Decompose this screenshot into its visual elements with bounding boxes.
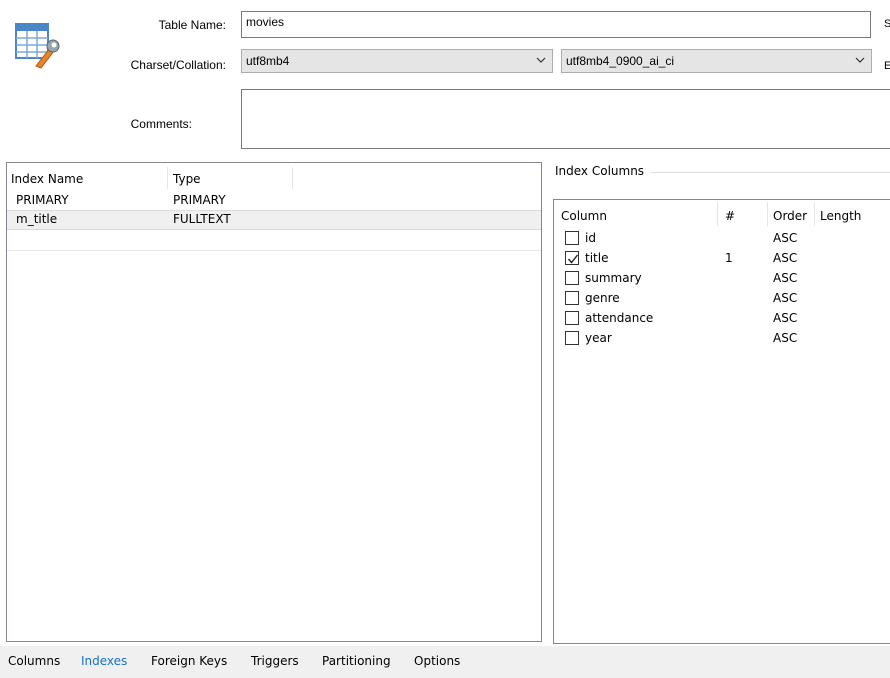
comments-textarea[interactable] [241,89,890,149]
column-checkbox[interactable] [565,331,579,345]
column-name-cell: id [585,231,596,245]
column-name-cell: title [585,251,609,265]
tab-indexes[interactable]: Indexes [81,654,127,668]
tab-foreign-keys[interactable]: Foreign Keys [151,654,227,668]
index-row-m-title[interactable]: m_title FULLTEXT [7,210,541,230]
column-order-cell[interactable]: ASC [773,251,797,265]
column-divider[interactable] [767,202,768,226]
collation-value: utf8mb4_0900_ai_ci [566,54,675,68]
column-checkbox[interactable] [565,291,579,305]
collation-select[interactable]: utf8mb4_0900_ai_ci [561,49,872,73]
index-columns-group-title: Index Columns [555,164,649,178]
header-order[interactable]: Order [773,209,807,223]
table-wrench-icon [15,23,60,69]
column-checkbox[interactable] [565,251,579,265]
index-column-row-id[interactable]: id ASC [554,228,890,248]
editor-tab-bar: Columns Indexes Foreign Keys Triggers Pa… [0,646,890,678]
column-order-cell[interactable]: ASC [773,271,797,285]
checkmark-icon [567,254,579,264]
column-order-cell[interactable]: ASC [773,311,797,325]
tab-columns[interactable]: Columns [8,654,60,668]
table-editor: Table Name: movies S Charset/Collation: … [0,0,890,678]
column-order-cell[interactable]: ASC [773,331,797,345]
chevron-down-icon [536,57,546,63]
index-type-cell: FULLTEXT [173,212,231,226]
index-columns-list: Column # Order Length id ASC title 1 ASC… [553,199,890,644]
index-name-cell: PRIMARY [16,193,69,207]
column-number-cell: 1 [725,251,733,265]
header-type[interactable]: Type [173,172,201,186]
edge-label-schema: S [884,18,890,30]
header-length[interactable]: Length [820,209,861,223]
index-list: Index Name Type PRIMARY PRIMARY m_title … [6,162,542,642]
column-checkbox[interactable] [565,311,579,325]
column-name-cell: year [585,331,612,345]
index-column-row-year[interactable]: year ASC [554,328,890,348]
chevron-down-icon [855,57,865,63]
index-row-primary[interactable]: PRIMARY PRIMARY [7,192,541,210]
header-index-name[interactable]: Index Name [11,172,83,186]
index-column-row-genre[interactable]: genre ASC [554,288,890,308]
column-order-cell[interactable]: ASC [773,291,797,305]
index-column-row-title[interactable]: title 1 ASC [554,248,890,268]
column-name-cell: genre [585,291,620,305]
column-order-cell[interactable]: ASC [773,231,797,245]
table-name-label: Table Name: [158,18,226,32]
edge-label-engine: E [884,60,890,72]
table-name-input[interactable]: movies [241,11,871,38]
column-divider[interactable] [814,202,815,226]
row-divider [7,250,541,251]
charset-collation-label: Charset/Collation: [130,58,226,72]
charset-value: utf8mb4 [246,54,290,68]
tab-options[interactable]: Options [414,654,460,668]
group-divider [651,172,890,173]
column-divider[interactable] [717,202,718,226]
column-checkbox[interactable] [565,271,579,285]
index-column-row-attendance[interactable]: attendance ASC [554,308,890,328]
column-divider[interactable] [292,167,293,189]
header-number[interactable]: # [725,209,735,223]
column-checkbox[interactable] [565,231,579,245]
charset-select[interactable]: utf8mb4 [241,49,553,73]
tab-partitioning[interactable]: Partitioning [322,654,391,668]
comments-label: Comments: [130,117,192,131]
index-name-cell: m_title [16,212,58,226]
tab-triggers[interactable]: Triggers [251,654,299,668]
index-column-row-summary[interactable]: summary ASC [554,268,890,288]
column-divider[interactable] [167,167,168,189]
index-type-cell: PRIMARY [173,193,226,207]
column-name-cell: attendance [585,311,654,325]
index-list-header: Index Name Type [7,163,541,189]
column-name-cell: summary [585,271,642,285]
header-column[interactable]: Column [561,209,607,223]
